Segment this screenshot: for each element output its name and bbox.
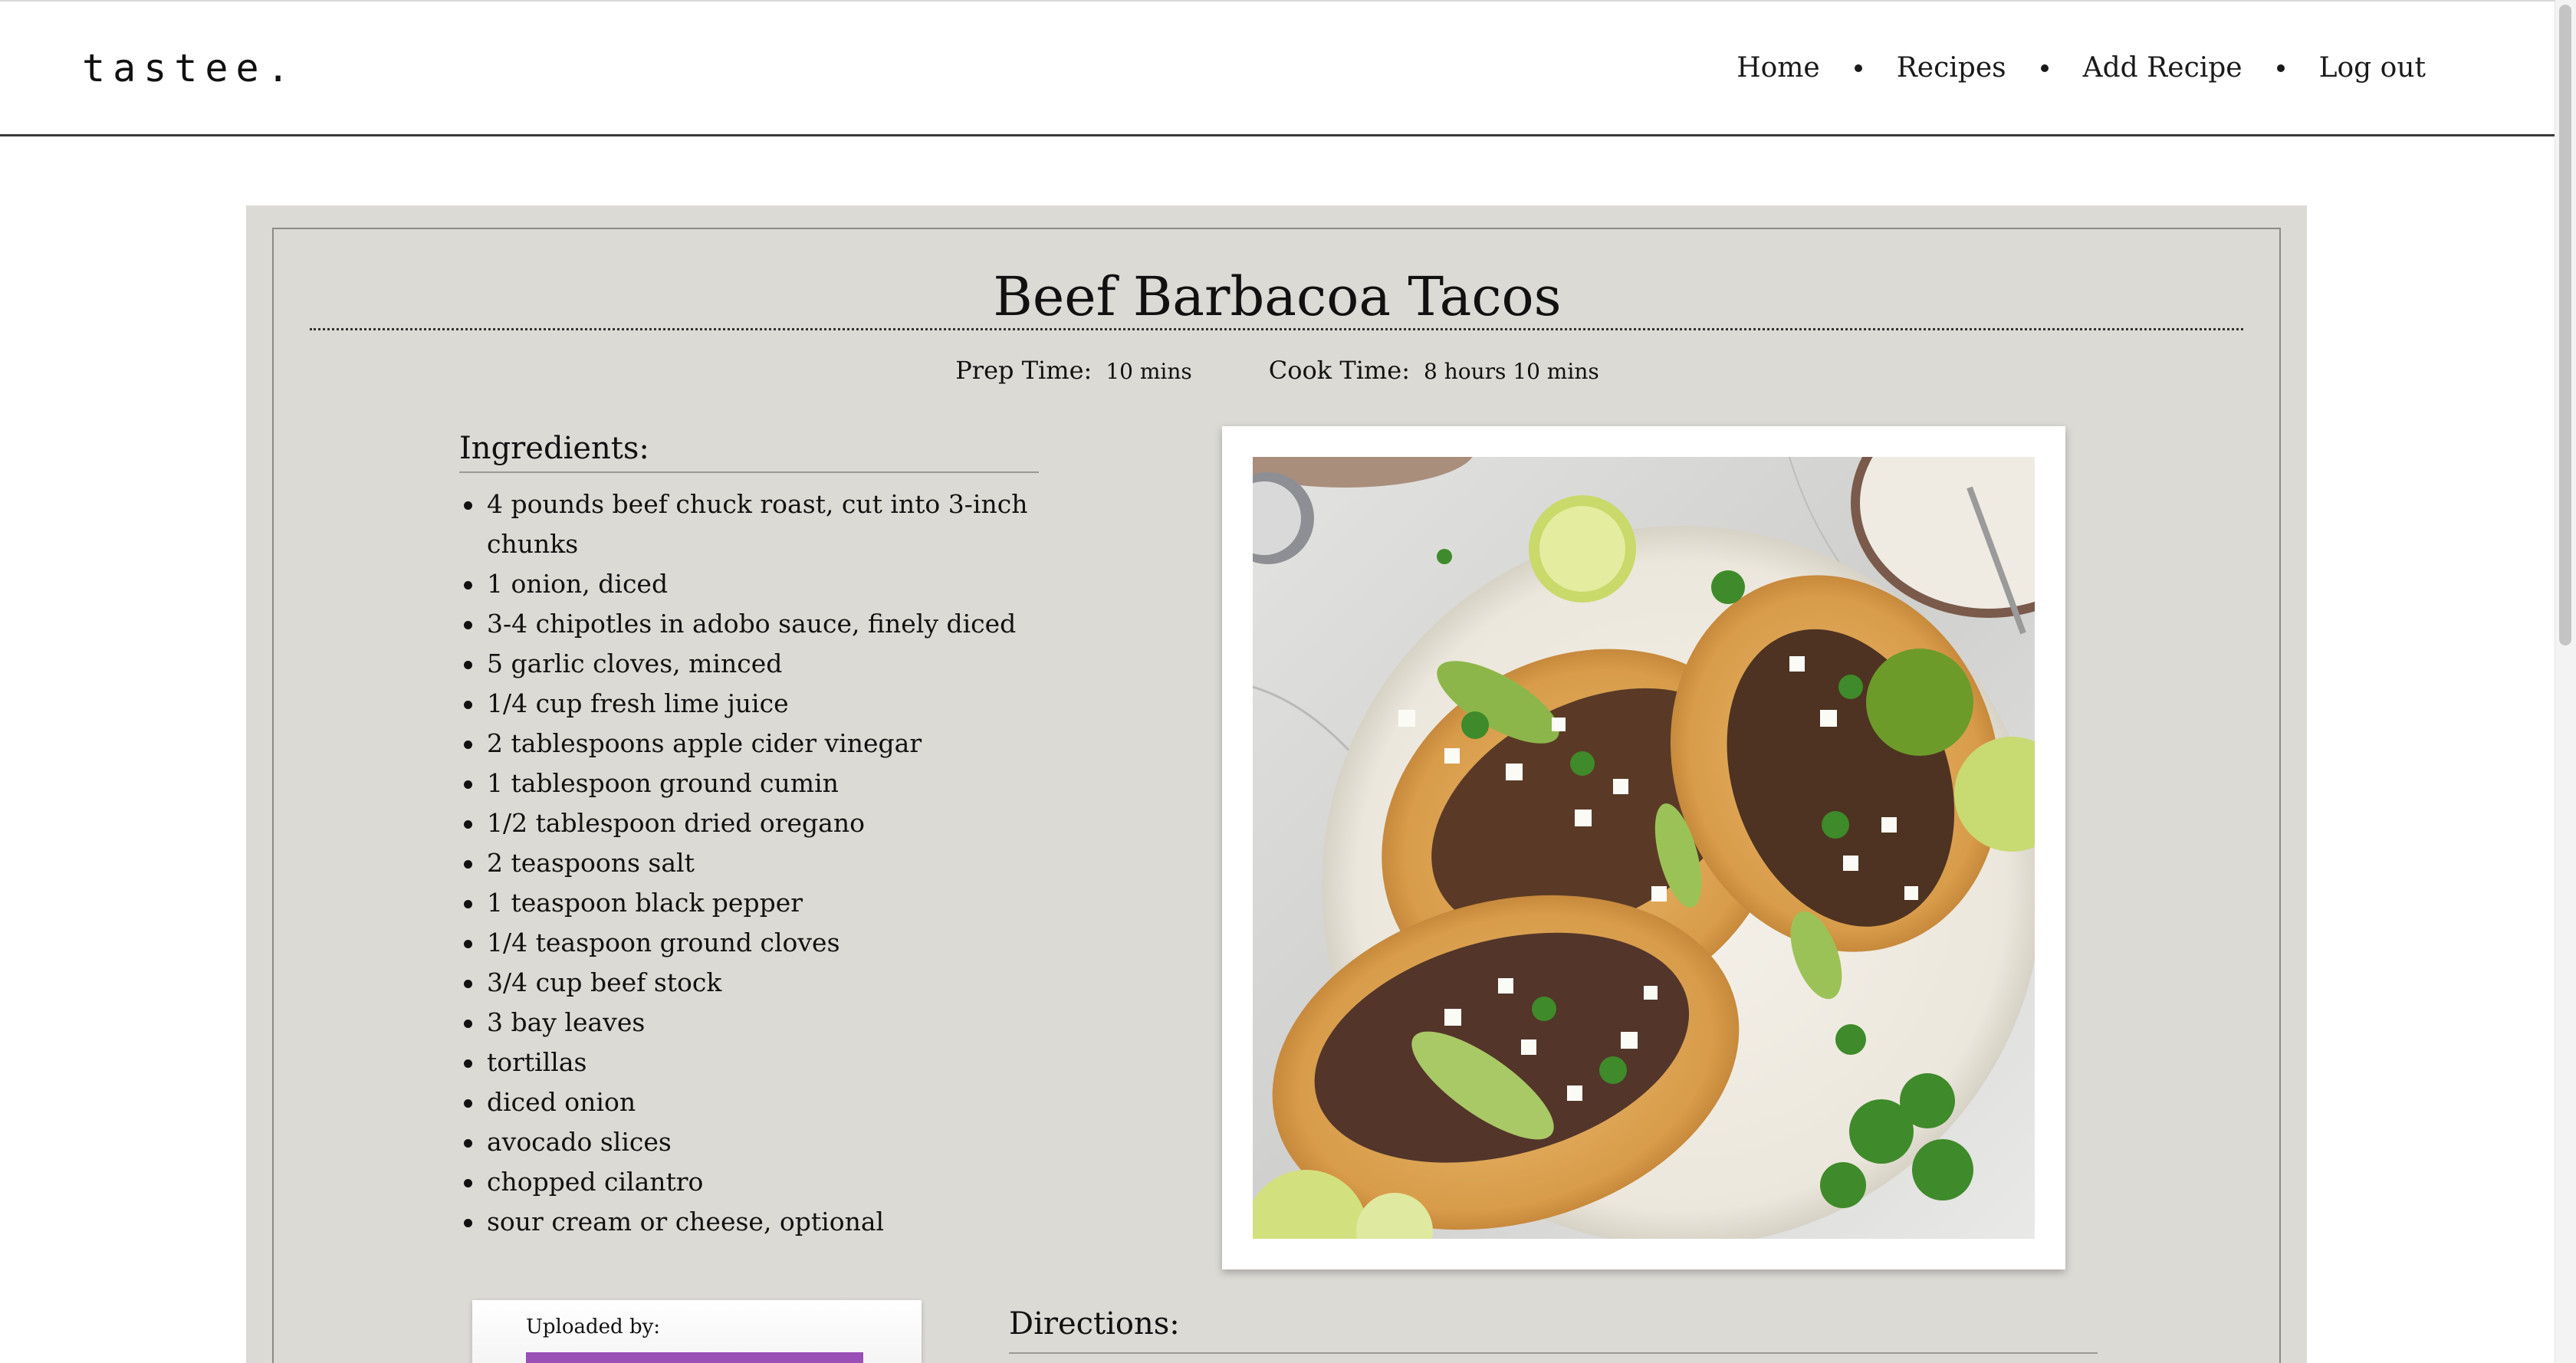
ingredient-item: 2 teaspoons salt bbox=[459, 843, 1042, 883]
nav-links: Home Recipes Add Recipe Log out bbox=[1737, 52, 2426, 84]
ingredient-item: 2 tablespoons apple cider vinegar bbox=[459, 724, 1042, 764]
bullet-icon bbox=[464, 1020, 472, 1028]
ingredient-item: 1 teaspoon black pepper bbox=[459, 883, 1042, 923]
bullet-icon bbox=[464, 780, 472, 789]
recipe-photo-frame bbox=[1222, 426, 2065, 1269]
recipe-times: Prep Time: 10 mins Cook Time: 8 hours 10… bbox=[0, 356, 2555, 385]
nav-separator-dot bbox=[1854, 64, 1862, 72]
ingredient-text: 3 bay leaves bbox=[487, 1007, 646, 1037]
ingredient-item: 3/4 cup beef stock bbox=[459, 963, 1042, 1003]
ingredient-text: 1/2 tablespoon dried oregano bbox=[487, 808, 865, 838]
bullet-icon bbox=[464, 501, 472, 510]
ingredient-item: chopped cilantro bbox=[459, 1162, 1042, 1202]
uploaded-by-label: Uploaded by: bbox=[526, 1315, 661, 1338]
bullet-icon bbox=[464, 1059, 472, 1068]
ingredient-item: 5 garlic cloves, minced bbox=[459, 644, 1042, 684]
tacos-photo-illustration bbox=[1253, 457, 2035, 1239]
ingredient-item: 4 pounds beef chuck roast, cut into 3-in… bbox=[459, 484, 1042, 564]
nav-separator-dot bbox=[2276, 64, 2285, 72]
ingredient-text: 4 pounds beef chuck roast, cut into 3-in… bbox=[487, 489, 1028, 559]
ingredient-text: avocado slices bbox=[487, 1127, 672, 1157]
ingredient-text: 1 teaspoon black pepper bbox=[487, 888, 803, 918]
bullet-icon bbox=[464, 621, 472, 629]
bullet-icon bbox=[464, 581, 472, 590]
bullet-icon bbox=[464, 741, 472, 749]
ingredient-item: 1 onion, diced bbox=[459, 564, 1042, 604]
ingredient-text: 1/4 teaspoon ground cloves bbox=[487, 928, 840, 957]
ingredient-item: avocado slices bbox=[459, 1122, 1042, 1162]
ingredient-item: 1 tablespoon ground cumin bbox=[459, 764, 1042, 803]
ingredient-text: sour cream or cheese, optional bbox=[487, 1207, 885, 1237]
ingredients-divider bbox=[459, 471, 1039, 473]
ingredient-item: tortillas bbox=[459, 1043, 1042, 1082]
ingredient-text: 1/4 cup fresh lime juice bbox=[487, 688, 789, 718]
bullet-icon bbox=[464, 701, 472, 709]
prep-time-value: 10 mins bbox=[1106, 359, 1192, 384]
recipe-title: Beef Barbacoa Tacos bbox=[993, 265, 1562, 328]
bullet-icon bbox=[464, 661, 472, 669]
nav-home-link[interactable]: Home bbox=[1737, 52, 1820, 84]
bullet-icon bbox=[464, 820, 472, 829]
scrollbar-thumb[interactable] bbox=[2559, 5, 2571, 645]
nav-logout-link[interactable]: Log out bbox=[2319, 52, 2426, 84]
ingredients-heading: Ingredients: bbox=[459, 431, 649, 466]
ingredient-text: 2 tablespoons apple cider vinegar bbox=[487, 728, 922, 758]
ingredient-item: sour cream or cheese, optional bbox=[459, 1202, 1042, 1242]
ingredient-item: diced onion bbox=[459, 1082, 1042, 1122]
ingredient-item: 1/4 teaspoon ground cloves bbox=[459, 923, 1042, 963]
ingredient-text: 1 tablespoon ground cumin bbox=[487, 768, 839, 798]
ingredient-item: 3 bay leaves bbox=[459, 1003, 1042, 1043]
directions-divider bbox=[1009, 1352, 2098, 1354]
site-logo[interactable]: tastee. bbox=[82, 46, 297, 90]
cook-time-value: 8 hours 10 mins bbox=[1423, 359, 1599, 384]
nav-recipes-link[interactable]: Recipes bbox=[1897, 52, 2006, 84]
bullet-icon bbox=[464, 1219, 472, 1227]
ingredients-list: 4 pounds beef chuck roast, cut into 3-in… bbox=[459, 484, 1042, 1242]
directions-heading: Directions: bbox=[1009, 1306, 1180, 1342]
ingredient-text: 3/4 cup beef stock bbox=[487, 967, 722, 997]
title-divider bbox=[310, 328, 2243, 330]
bullet-icon bbox=[464, 1179, 472, 1187]
nav-separator-dot bbox=[2040, 64, 2049, 72]
ingredient-text: tortillas bbox=[487, 1047, 587, 1077]
bullet-icon bbox=[464, 1099, 472, 1108]
cook-time-label: Cook Time: bbox=[1268, 356, 1410, 385]
bullet-icon bbox=[464, 860, 472, 869]
ingredient-item: 1/4 cup fresh lime juice bbox=[459, 684, 1042, 724]
ingredient-text: 3-4 chipotles in adobo sauce, finely dic… bbox=[487, 609, 1017, 639]
bullet-icon bbox=[464, 940, 472, 948]
ingredient-item: 1/2 tablespoon dried oregano bbox=[459, 803, 1042, 843]
ingredient-text: diced onion bbox=[487, 1087, 636, 1117]
ingredient-text: 1 onion, diced bbox=[487, 569, 669, 599]
recipe-photo bbox=[1253, 457, 2035, 1239]
ingredient-text: 5 garlic cloves, minced bbox=[487, 649, 783, 678]
bullet-icon bbox=[464, 1139, 472, 1148]
nav-add-recipe-link[interactable]: Add Recipe bbox=[2083, 52, 2242, 84]
uploader-card: Uploaded by: bbox=[472, 1300, 922, 1363]
bullet-icon bbox=[464, 980, 472, 988]
prep-time-label: Prep Time: bbox=[955, 356, 1092, 385]
top-navbar: tastee. Home Recipes Add Recipe Log out bbox=[0, 0, 2555, 136]
ingredient-text: 2 teaspoons salt bbox=[487, 848, 695, 878]
ingredient-text: chopped cilantro bbox=[487, 1167, 704, 1197]
ingredient-item: 3-4 chipotles in adobo sauce, finely dic… bbox=[459, 604, 1042, 644]
page-scrollbar[interactable] bbox=[2555, 0, 2576, 1363]
uploader-name-bar[interactable] bbox=[526, 1352, 863, 1363]
bullet-icon bbox=[464, 900, 472, 908]
